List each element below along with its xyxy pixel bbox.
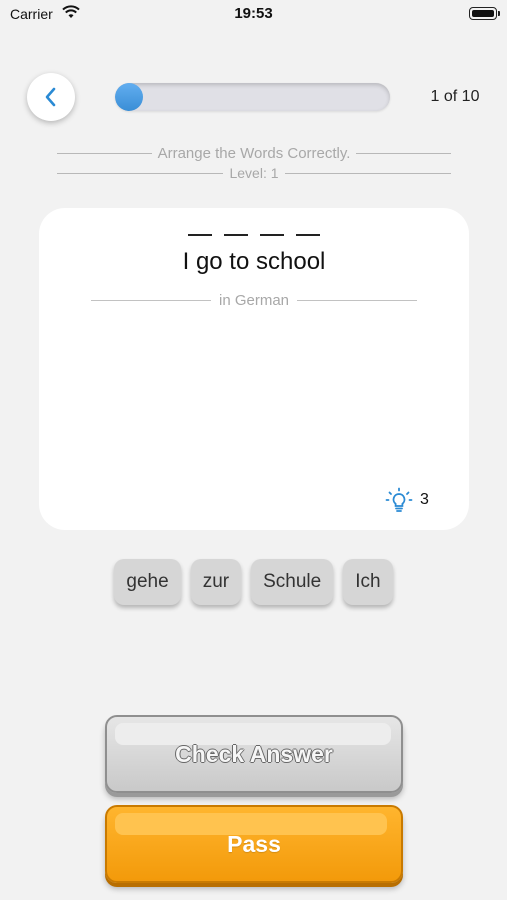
check-answer-button[interactable]: Check Answer — [105, 715, 403, 793]
divider-line — [57, 172, 224, 174]
battery-icon — [469, 7, 500, 20]
divider-line — [284, 172, 452, 174]
status-bar: Carrier 19:53 — [0, 0, 507, 30]
answer-blanks — [39, 222, 469, 236]
word-tile[interactable]: gehe — [114, 559, 181, 605]
instruction-row: Arrange the Words Correctly. — [57, 145, 452, 162]
divider-line — [57, 153, 152, 154]
answer-blank[interactable] — [224, 234, 248, 236]
lightbulb-icon[interactable] — [385, 487, 413, 515]
back-button[interactable] — [27, 73, 75, 121]
hint-count: 3 — [420, 491, 429, 508]
pass-button[interactable]: Pass — [105, 805, 403, 883]
pass-label: Pass — [227, 830, 281, 857]
answer-blank[interactable] — [296, 234, 320, 236]
clock: 19:53 — [234, 5, 273, 22]
chevron-left-icon — [45, 87, 56, 107]
language-label: in German — [218, 292, 290, 309]
check-answer-label: Check Answer — [175, 740, 333, 767]
word-tile[interactable]: zur — [190, 559, 242, 605]
question-card: I go to school in German 3 — [39, 208, 469, 530]
question-counter: 1 of 10 — [430, 88, 480, 105]
instruction-text: Arrange the Words Correctly. — [157, 145, 351, 162]
word-bank: gehe zur Schule Ich — [0, 559, 507, 605]
source-sentence: I go to school — [182, 248, 326, 275]
divider-line — [91, 300, 211, 301]
divider-line — [356, 153, 452, 154]
divider-line — [297, 300, 417, 301]
answer-blank[interactable] — [260, 234, 284, 236]
language-row: in German — [91, 292, 417, 309]
word-tile[interactable]: Ich — [343, 559, 393, 605]
word-tile[interactable]: Schule — [251, 559, 334, 605]
progress-fill — [115, 83, 143, 111]
answer-blank[interactable] — [188, 234, 212, 236]
level-text: Level: 1 — [229, 165, 279, 181]
level-row: Level: 1 — [57, 165, 452, 181]
progress-bar — [115, 83, 390, 111]
